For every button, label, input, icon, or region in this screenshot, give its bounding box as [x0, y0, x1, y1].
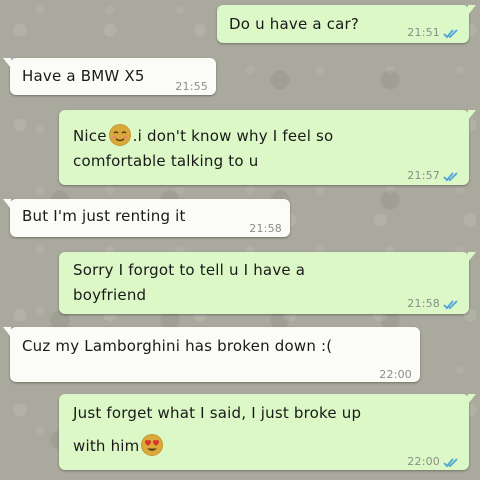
message-meta: 22:00	[407, 450, 461, 474]
message-time: 21:55	[175, 80, 208, 93]
incoming-message[interactable]: Have a BMW X5 21:55	[3, 58, 216, 95]
message-time: 21:58	[407, 297, 440, 310]
incoming-message[interactable]: But I'm just renting it 21:58	[3, 199, 290, 237]
message-text-line-2: boyfriend	[73, 286, 147, 304]
message-meta: 21:51	[407, 21, 461, 45]
incoming-message[interactable]: Cuz my Lamborghini has broken down :( 22…	[3, 327, 420, 382]
message-time: 21:57	[407, 169, 440, 182]
message-text: Have a BMW X5	[22, 67, 145, 85]
outgoing-message[interactable]: Nice .i don't know why I feel so comforta…	[59, 110, 476, 188]
outgoing-message[interactable]: Just forget what I said, I just broke up…	[59, 394, 476, 470]
message-text-line-1: Sorry I forgot to tell u I have a	[73, 261, 306, 279]
outgoing-message[interactable]: Do u have a car? 21:51	[217, 5, 476, 45]
chat-conversation: Do u have a car? 21:51 Have a BMW X5 21:…	[0, 0, 480, 480]
double-check-icon	[443, 171, 458, 181]
outgoing-message[interactable]: Sorry I forgot to tell u I have a boyfri…	[59, 252, 476, 316]
message-text-part: with him	[73, 437, 140, 455]
double-check-icon	[443, 299, 458, 309]
message-text-part: Nice	[73, 127, 107, 145]
message-time: 22:00	[379, 368, 412, 381]
double-check-icon	[443, 457, 458, 467]
heart-eyes-emoji	[141, 434, 164, 456]
message-time: 21:51	[407, 26, 440, 39]
message-text: Do u have a car?	[229, 15, 360, 33]
message-meta: 21:55	[175, 75, 208, 99]
message-meta: 21:58	[407, 292, 461, 316]
message-meta: 22:00	[379, 363, 412, 387]
message-text: Cuz my Lamborghini has broken down :(	[22, 337, 333, 355]
message-meta: 21:57	[407, 164, 461, 188]
message-time: 22:00	[407, 455, 440, 468]
double-check-icon	[443, 28, 458, 38]
message-text-line-1: Just forget what I said, I just broke up	[73, 404, 362, 422]
message-time: 21:58	[249, 222, 282, 235]
blushing-smile-emoji	[108, 124, 131, 146]
message-text: But I'm just renting it	[22, 207, 186, 225]
message-text-part: .i don't know why I feel so	[132, 127, 334, 145]
message-text-line-2: with him	[73, 433, 165, 458]
message-text-line-1: Nice .i don't know why I feel so	[73, 123, 333, 148]
message-text-line-2: comfortable talking to u	[73, 152, 259, 170]
message-meta: 21:58	[249, 217, 282, 241]
